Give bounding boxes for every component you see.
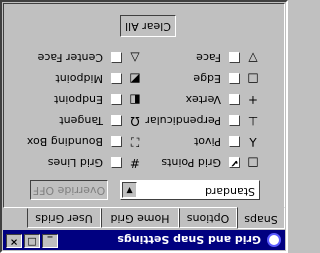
pivot-label: Pivot	[193, 135, 221, 149]
clear-all-button[interactable]: Clear All	[120, 15, 176, 37]
perpendicular-icon: ⊥	[247, 114, 259, 128]
edge-label: Edge	[193, 72, 221, 86]
center-face-label: Center Face	[37, 51, 103, 65]
snap-grid-points[interactable]: □ ✔ Grid Points	[161, 155, 260, 171]
pivot-checkbox[interactable]	[229, 136, 240, 148]
grid-points-icon: □	[247, 156, 259, 170]
endpoint-label: Endpoint	[54, 93, 103, 107]
maximize-button[interactable]: □	[24, 234, 40, 248]
face-icon: ▽	[248, 51, 258, 65]
close-button[interactable]: ×	[6, 234, 22, 248]
perpendicular-label: Perpendicular	[145, 114, 221, 128]
vertex-icon: +	[247, 93, 259, 107]
vertex-label: Vertex	[185, 93, 221, 107]
snap-bounding-box[interactable]: ⛶ Bounding Box	[27, 134, 142, 150]
tab-snaps[interactable]: Snaps	[237, 207, 285, 229]
face-checkbox[interactable]	[229, 52, 240, 64]
snap-center-face[interactable]: △ Center Face	[38, 50, 142, 66]
perpendicular-checkbox[interactable]	[229, 115, 240, 127]
snap-pivot[interactable]: ⅄ Pivot	[194, 134, 260, 150]
snap-perpendicular[interactable]: ⊥ Perpendicular	[145, 113, 260, 129]
face-label: Face	[196, 51, 221, 65]
snap-grid-lines[interactable]: # Grid Lines	[48, 155, 142, 171]
snap-edge[interactable]: □ Edge	[193, 71, 260, 87]
snap-vertex[interactable]: + Vertex	[186, 92, 260, 108]
tangent-icon: Ω	[130, 114, 140, 128]
window-title: Grid and Snap Settings	[117, 233, 261, 247]
endpoint-icon: ◧	[129, 93, 141, 107]
snap-face[interactable]: ▽ Face	[196, 50, 260, 66]
grid-lines-label: Grid Lines	[47, 156, 103, 170]
override-button[interactable]: Override OFF	[30, 180, 108, 200]
mode-select[interactable]: Standard ▼	[120, 180, 260, 200]
vertex-checkbox[interactable]	[229, 94, 240, 106]
pivot-icon: ⅄	[249, 135, 257, 149]
tab-user-grids[interactable]: User Grids	[27, 208, 101, 228]
snap-tangent[interactable]: Ω Tangent	[59, 113, 142, 129]
app-icon	[267, 233, 281, 247]
tab-strip: Snaps Options Home Grid User Grids	[3, 207, 285, 229]
midpoint-icon: ◩	[129, 72, 141, 86]
grid-lines-icon: #	[129, 156, 141, 170]
bounding-box-checkbox[interactable]	[111, 136, 122, 148]
tangent-label: Tangent	[59, 114, 103, 128]
tangent-checkbox[interactable]	[111, 115, 122, 127]
center-face-checkbox[interactable]	[111, 52, 122, 64]
bounding-box-icon: ⛶	[130, 135, 140, 150]
midpoint-checkbox[interactable]	[111, 73, 122, 85]
edge-icon: □	[247, 72, 259, 86]
grid-snap-settings-window: Grid and Snap Settings _ □ × Snaps Optio…	[0, 0, 288, 253]
grid-points-label: Grid Points	[161, 156, 221, 170]
bounding-box-label: Bounding Box	[26, 135, 103, 149]
edge-checkbox[interactable]	[229, 73, 240, 85]
mode-select-value: Standard	[204, 185, 255, 198]
grid-points-checkbox[interactable]: ✔	[229, 157, 240, 169]
snap-midpoint[interactable]: ◩ Midpoint	[55, 71, 142, 87]
midpoint-label: Midpoint	[55, 72, 103, 86]
title-bar[interactable]: Grid and Snap Settings _ □ ×	[3, 230, 285, 250]
grid-lines-checkbox[interactable]	[111, 157, 122, 169]
snap-endpoint[interactable]: ◧ Endpoint	[54, 92, 142, 108]
dropdown-arrow-icon[interactable]: ▼	[122, 182, 137, 198]
minimize-button[interactable]: _	[42, 234, 58, 248]
endpoint-checkbox[interactable]	[111, 94, 122, 106]
tab-options[interactable]: Options	[179, 208, 237, 228]
center-face-icon: △	[130, 51, 140, 65]
snaps-panel: Standard ▼ Override OFF □ ✔ Grid Points …	[3, 3, 285, 208]
tab-home-grid[interactable]: Home Grid	[101, 208, 179, 228]
